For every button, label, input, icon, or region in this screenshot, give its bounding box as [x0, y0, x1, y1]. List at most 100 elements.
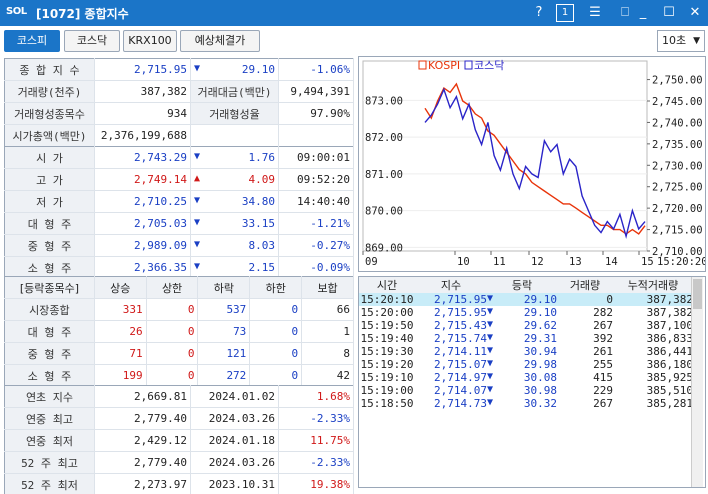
volume-label: 거래량(천주) [4, 80, 95, 103]
legend-kosdaq: 코스닥 [474, 59, 504, 72]
interval-select[interactable]: 10초 ▼ [657, 30, 705, 52]
ticks-cell: 387,382 [613, 293, 693, 306]
ticks-row[interactable]: 15:19:30 2,714.11 ▼ 30.94 261 386,441 [359, 345, 694, 358]
left-tick-label: 871.00 [365, 169, 403, 181]
ohlc-change: ▼ 1.76 [190, 146, 279, 169]
market-cap-label: 시가총액(백만) [4, 124, 95, 147]
app-logo: SOL [6, 6, 27, 17]
breadth-cell: 121 [197, 342, 251, 365]
ohlc-value: 2,749.14 [94, 168, 191, 191]
breadth-header-cell: 보합 [301, 276, 354, 299]
yearly-pct: -2.33% [278, 451, 354, 474]
index-chart: 2,750.00 2,745.00 2,740.00 2,735.00 2,730.00… [358, 56, 708, 272]
ticks-header: 시간 지수 등락 거래량 누적거래량 [359, 277, 693, 293]
tab-kosdaq[interactable]: 코스닥 [64, 30, 120, 52]
down-arrow-icon: ▼ [487, 332, 494, 343]
breadth-row: 시장종합 331 0 537 0 66 [4, 298, 354, 321]
interval-value: 10초 [662, 34, 687, 47]
ticks-row[interactable]: 15:19:40 2,715.74 ▼ 29.31 392 386,833 [359, 332, 694, 345]
breadth-label: 대 형 주 [4, 320, 95, 343]
right-tick-label: 2,745.00 [652, 96, 703, 108]
ticks-cell: 385,281 [646, 397, 693, 410]
breadth-cell: 0 [249, 298, 303, 321]
yearly-label: 연초 지수 [4, 385, 95, 408]
ticks-cell: 386,833 [646, 332, 693, 345]
breadth-header: [등락종목수] 상승 상한 하락 하한 보합 [4, 276, 354, 299]
ticks-time: 15:18:50 [360, 397, 414, 410]
down-arrow-icon: ▼ [194, 261, 201, 272]
help-icon[interactable]: ? [530, 4, 548, 22]
breadth-cell: 26 [94, 320, 147, 343]
ticks-panel[interactable]: 시간 지수 등락 거래량 누적거래량 15:20:10 2,715.95 ▼ 29.10 0 387… [358, 276, 706, 488]
ticks-time: 15:19:30 [360, 345, 414, 358]
up-arrow-icon: ▲ [194, 173, 201, 184]
yearly-pct: -2.33% [278, 407, 354, 430]
ohlc-value: 2,705.03 [94, 212, 191, 235]
ohlc-table: 시 가 2,743.29 ▼ 1.76 09:00:01 고 가 2,749.14 ▲ 4.09… [4, 146, 354, 279]
yearly-label: 52 주 최저 [4, 473, 95, 494]
breadth-cell: 71 [94, 342, 147, 365]
breadth-cell: 0 [146, 342, 199, 365]
ticks-row[interactable]: 15:19:10 2,714.97 ▼ 30.08 415 385,925 [359, 371, 694, 384]
ticks-row[interactable]: 15:18:50 2,714.73 ▼ 30.32 267 385,281 [359, 397, 694, 410]
breadth-header-cell: 상한 [146, 276, 199, 299]
amount-label: 거래대금(백만) [190, 80, 279, 103]
ticks-cell: 229 [593, 384, 613, 397]
yearly-pct: 11.75% [278, 429, 354, 452]
ohlc-extra: -1.21% [278, 212, 354, 235]
ticks-change: ▼ 30.32 [487, 397, 557, 410]
ticks-row[interactable]: 15:20:00 2,715.95 ▼ 29.10 282 387,382 [359, 306, 694, 319]
down-arrow-icon: ▼ [194, 151, 201, 162]
ohlc-extra: 09:52:20 [278, 168, 354, 191]
pin-icon[interactable]: ⎕ [616, 4, 634, 22]
yearly-date: 2024.03.26 [190, 451, 279, 474]
legend-kosdaq-icon [464, 60, 473, 70]
tab-expected-price[interactable]: 예상체결가 [180, 30, 260, 52]
breadth-label: 소 형 주 [4, 364, 95, 387]
left-tick-label: 869.00 [365, 242, 403, 254]
ticks-scrollbar[interactable] [691, 277, 703, 487]
tab-krx100[interactable]: KRX100 [123, 30, 177, 52]
index-change: ▼ 29.10 [190, 58, 279, 81]
ohlc-extra: -0.27% [278, 234, 354, 257]
yearly-date: 2023.10.31 [190, 473, 279, 494]
screen-number-icon[interactable]: 1 [556, 4, 574, 22]
left-tick-label: 872.00 [365, 132, 403, 144]
right-tick-label: 2,735.00 [652, 139, 703, 151]
ohlc-value: 2,743.29 [94, 146, 191, 169]
formed-count-value: 934 [94, 102, 191, 125]
scroll-thumb[interactable] [693, 279, 702, 309]
ohlc-extra: 14:40:40 [278, 190, 354, 213]
ohlc-label: 대 형 주 [4, 212, 95, 235]
ticks-table: 시간 지수 등락 거래량 누적거래량 15:20:10 2,715.95 ▼ 29.10 0 387… [359, 277, 693, 410]
ticks-time: 15:19:40 [360, 332, 414, 345]
close-icon[interactable]: ✕ [686, 4, 704, 22]
ohlc-label: 중 형 주 [4, 234, 95, 257]
ticks-row[interactable]: 15:19:00 2,714.07 ▼ 30.98 229 385,510 [359, 384, 694, 397]
legend-kospi: KOSPI [428, 59, 460, 72]
ticks-row[interactable]: 15:19:20 2,715.07 ▼ 29.98 255 386,180 [359, 358, 694, 371]
ticks-row[interactable]: 15:20:10 2,715.95 ▼ 29.10 0 387,382 [359, 293, 693, 306]
yearly-label: 52 주 최고 [4, 451, 95, 474]
ohlc-value: 2,710.25 [94, 190, 191, 213]
title-bar: SOL [1072] 종합지수 ? 1 ☰ ⎕ _ ☐ ✕ [0, 0, 708, 26]
minimize-icon[interactable]: _ [634, 4, 652, 22]
ticks-cell: 2,714.11 [434, 345, 487, 358]
menu-icon[interactable]: ☰ [586, 4, 604, 22]
index-value: 2,715.95 [94, 58, 191, 81]
ticks-change: ▼ 29.62 [487, 319, 557, 332]
yearly-pct: 19.38% [278, 473, 354, 494]
tab-kospi[interactable]: 코스피 [4, 30, 60, 52]
ticks-change: ▼ 30.08 [487, 371, 557, 384]
right-tick-label: 2,725.00 [652, 182, 703, 194]
breadth-cell: 0 [146, 320, 199, 343]
ohlc-row: 시 가 2,743.29 ▼ 1.76 09:00:01 [4, 146, 354, 169]
ohlc-change: ▼ 34.80 [190, 190, 279, 213]
yearly-label: 연중 최저 [4, 429, 95, 452]
ticks-cell: 387,382 [646, 306, 693, 319]
ticks-header-cell: 누적거래량 [613, 277, 693, 293]
maximize-icon[interactable]: ☐ [660, 4, 678, 22]
ticks-row[interactable]: 15:19:50 2,715.43 ▼ 29.62 267 387,100 [359, 319, 694, 332]
ohlc-row: 대 형 주 2,705.03 ▼ 33.15 -1.21% [4, 212, 354, 235]
ticks-cell: 2,715.07 [434, 358, 487, 371]
